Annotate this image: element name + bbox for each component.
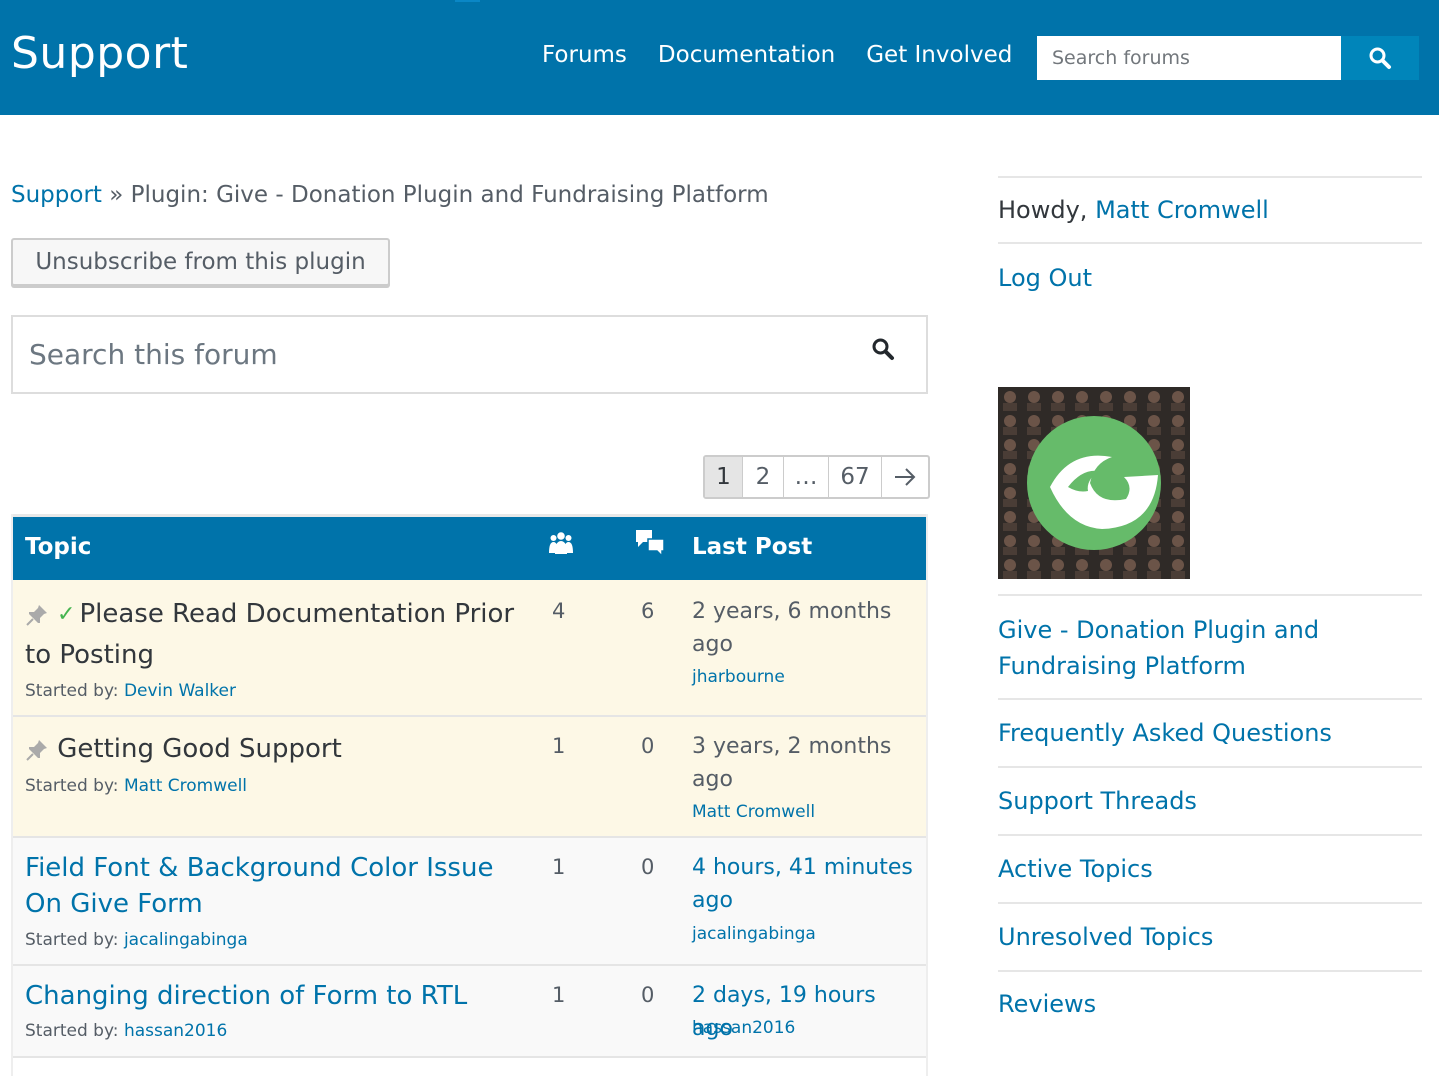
topics-table: Topic Last Post ✓ Please Read Documentat… — [11, 514, 928, 1076]
sidebar-divider — [998, 698, 1422, 700]
howdy-greeting: Howdy, Matt Cromwell — [998, 196, 1269, 224]
pin-icon — [26, 739, 47, 761]
topic-started-by: Started by: hassan2016 — [25, 1021, 228, 1041]
voice-count: 1 — [552, 734, 566, 758]
reply-count: 6 — [641, 599, 655, 623]
last-post-author[interactable]: Matt Cromwell — [692, 802, 815, 822]
unsubscribe-button[interactable]: Unsubscribe from this plugin — [11, 238, 390, 286]
voice-count: 1 — [552, 983, 566, 1007]
next-page-button[interactable] — [882, 457, 928, 497]
last-post-author[interactable]: jacalingabinga — [692, 924, 816, 944]
sidebar-link-unresolved-topics[interactable]: Unresolved Topics — [998, 919, 1213, 955]
nav-forums[interactable]: Forums — [542, 42, 627, 68]
breadcrumb-separator: » — [109, 182, 124, 208]
header-search-button[interactable] — [1341, 36, 1419, 80]
header-search — [1037, 36, 1419, 80]
voice-count: 4 — [552, 599, 566, 623]
topic-author-link[interactable]: jacalingabinga — [124, 930, 248, 950]
topic-author-link[interactable]: Devin Walker — [124, 681, 236, 701]
topic-title-link[interactable]: Please Read Documentation Prior to Posti… — [25, 599, 514, 670]
last-post-author[interactable]: hassan2016 — [692, 1018, 795, 1038]
sidebar-divider — [998, 766, 1422, 768]
sidebar-link-reviews[interactable]: Reviews — [998, 986, 1096, 1022]
topic-started-by: Started by: jacalingabinga — [25, 930, 248, 950]
sidebar-link-faq[interactable]: Frequently Asked Questions — [998, 715, 1332, 751]
reply-count: 0 — [641, 983, 655, 1007]
page-ellipsis: … — [784, 457, 829, 497]
page-current: 1 — [705, 457, 743, 497]
sidebar-link-support-threads[interactable]: Support Threads — [998, 783, 1197, 819]
topic-title-link[interactable]: Changing direction of Form to RTL — [25, 978, 525, 1014]
sidebar-divider — [998, 176, 1422, 178]
topic-started-by: Started by: Devin Walker — [25, 681, 236, 701]
main-nav: Forums Documentation Get Involved — [542, 42, 1012, 68]
header-search-input[interactable] — [1037, 36, 1341, 80]
nav-get-involved[interactable]: Get Involved — [866, 42, 1012, 68]
breadcrumb-support[interactable]: Support — [11, 182, 102, 208]
sidebar-divider — [998, 970, 1422, 972]
sidebar-link-plugin[interactable]: Give - Donation Plugin and Fundraising P… — [998, 612, 1328, 684]
topics-table-header: Topic Last Post — [13, 514, 926, 580]
sidebar-divider — [998, 594, 1422, 596]
search-icon — [872, 338, 894, 360]
user-profile-link[interactable]: Matt Cromwell — [1095, 196, 1269, 224]
header-top-marker — [455, 0, 480, 2]
breadcrumb-current: Plugin: Give - Donation Plugin and Fundr… — [130, 182, 769, 208]
replies-icon — [634, 527, 666, 563]
last-post-author[interactable]: jharbourne — [692, 667, 785, 687]
reply-count: 0 — [641, 734, 655, 758]
breadcrumb: Support » Plugin: Give - Donation Plugin… — [11, 182, 769, 208]
sidebar-link-active-topics[interactable]: Active Topics — [998, 851, 1153, 887]
forum-search-input[interactable] — [13, 317, 833, 392]
last-post-time: 2 years, 6 months ago — [692, 599, 892, 657]
forum-search-button[interactable] — [871, 337, 895, 365]
topic-author-link[interactable]: hassan2016 — [124, 1021, 227, 1041]
header-last-post: Last Post — [692, 534, 813, 560]
header-topic: Topic — [25, 534, 92, 560]
forum-search — [11, 315, 928, 394]
sidebar-divider — [998, 242, 1422, 244]
voice-count: 1 — [552, 855, 566, 879]
topic-author-link[interactable]: Matt Cromwell — [124, 776, 247, 796]
topic-row: Getting Good Support Started by: Matt Cr… — [13, 717, 926, 838]
topic-row: ✓ Please Read Documentation Prior to Post… — [13, 580, 926, 717]
topic-row: Changing direction of Form to RTL Starte… — [13, 966, 926, 1058]
topic-title: Getting Good Support — [25, 729, 525, 769]
topic-title-link[interactable]: Field Font & Background Color Issue On G… — [25, 850, 525, 922]
arrow-right-icon — [895, 468, 916, 486]
topic-started-by: Started by: Matt Cromwell — [25, 776, 248, 796]
plugin-icon-image[interactable] — [998, 387, 1190, 579]
pagination: 1 2 … 67 — [703, 455, 930, 499]
last-post-time: 3 years, 2 months ago — [692, 734, 892, 792]
search-icon — [1369, 47, 1391, 69]
site-header: Support Forums Documentation Get Involve… — [0, 0, 1439, 115]
pin-icon — [26, 604, 47, 626]
give-logo-icon — [998, 387, 1190, 579]
topic-row: Field Font & Background Color Issue On G… — [13, 838, 926, 966]
site-title[interactable]: Support — [11, 28, 188, 79]
topic-title-link[interactable]: Getting Good Support — [57, 734, 342, 764]
page-link-67[interactable]: 67 — [829, 457, 882, 497]
resolved-check-icon: ✓ — [57, 601, 76, 627]
topic-title: ✓ Please Read Documentation Prior to Post… — [25, 594, 525, 675]
last-post-time-link[interactable]: 4 hours, 41 minutes ago — [692, 851, 917, 917]
page-link-2[interactable]: 2 — [743, 457, 784, 497]
logout-link[interactable]: Log Out — [998, 264, 1092, 292]
sidebar-divider — [998, 902, 1422, 904]
sidebar-divider — [998, 834, 1422, 836]
reply-count: 0 — [641, 855, 655, 879]
nav-documentation[interactable]: Documentation — [658, 42, 835, 68]
voices-icon — [548, 531, 574, 561]
